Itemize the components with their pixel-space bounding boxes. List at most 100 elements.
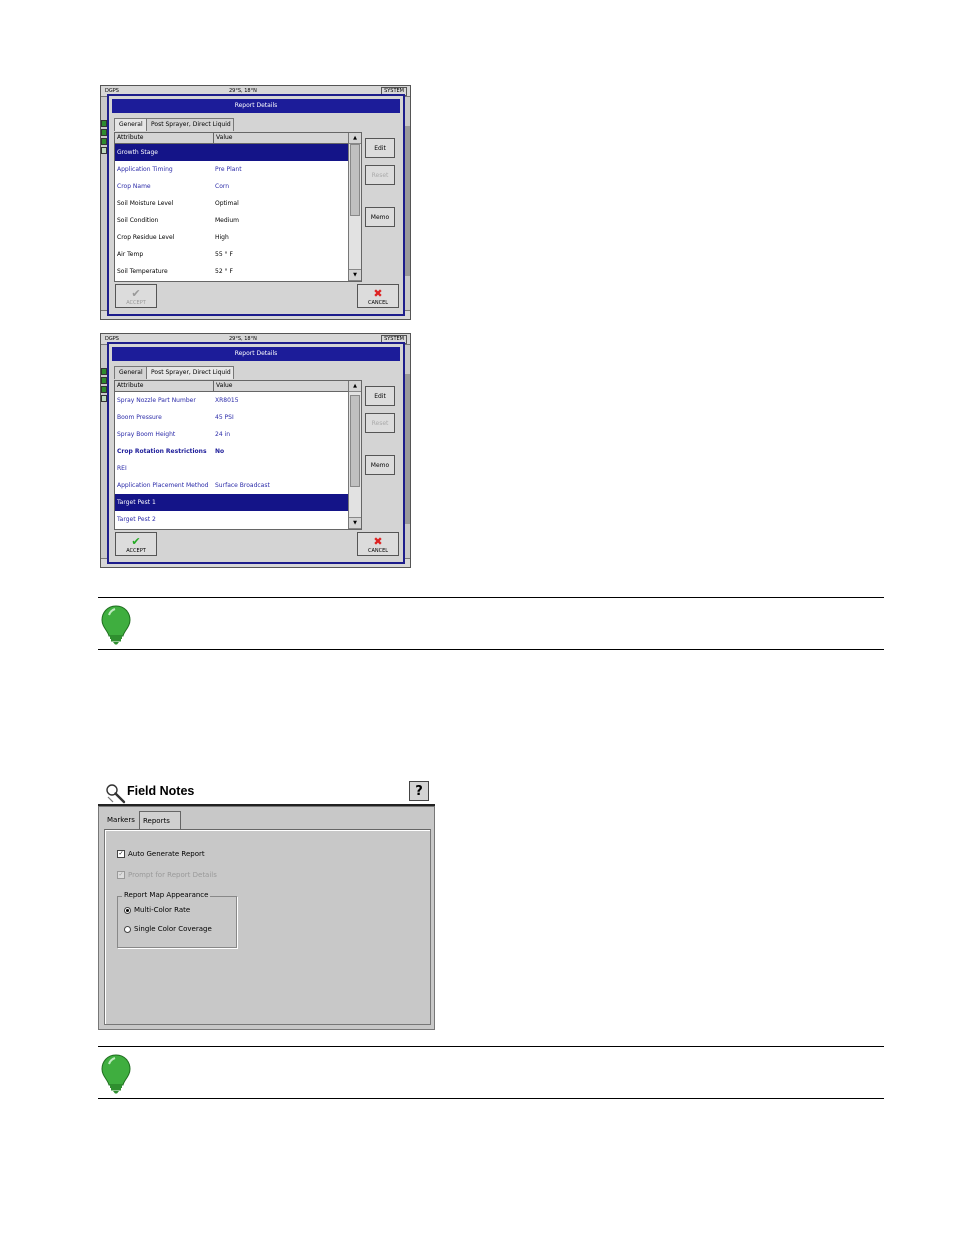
table-row[interactable]: Soil Condition Medium bbox=[115, 212, 348, 229]
field-notes-screenshot: Field Notes ? Markers Reports ✓ Auto Gene… bbox=[98, 778, 435, 1030]
table-row[interactable]: Air Temp 55 ° F bbox=[115, 246, 348, 263]
tab-post-sprayer[interactable]: Post Sprayer, Direct Liquid bbox=[146, 366, 234, 379]
column-header-attribute[interactable]: Attribute bbox=[117, 381, 144, 391]
table-row[interactable]: Application Timing Pre Plant bbox=[115, 161, 348, 178]
radio-selected-icon bbox=[124, 906, 131, 914]
attribute-cell: Soil Condition bbox=[117, 217, 159, 224]
value-cell: Surface Broadcast bbox=[215, 482, 270, 489]
checkbox-checked-icon: ✓ bbox=[117, 850, 125, 858]
attribute-cell: Crop Rotation Restrictions bbox=[117, 448, 207, 455]
attribute-cell: Spray Nozzle Part Number bbox=[117, 397, 196, 404]
radio-unselected-icon bbox=[124, 925, 131, 933]
help-button[interactable]: ? bbox=[409, 781, 429, 801]
attribute-cell: Growth Stage bbox=[117, 149, 158, 156]
attribute-cell: Boom Pressure bbox=[117, 414, 162, 421]
table-row[interactable]: Crop Rotation Restrictions No bbox=[115, 443, 348, 460]
attribute-cell: Soil Temperature bbox=[117, 268, 168, 275]
edit-button[interactable]: Edit bbox=[365, 386, 395, 406]
attribute-cell: Target Pest 1 bbox=[117, 499, 156, 506]
multi-color-rate-radio[interactable]: Multi-Color Rate bbox=[124, 906, 190, 914]
vertical-scrollbar[interactable]: ▲ ▼ bbox=[348, 133, 361, 281]
table-row[interactable]: Spray Nozzle Part Number XR8015 bbox=[115, 392, 348, 409]
scroll-thumb[interactable] bbox=[350, 144, 360, 216]
accept-label: ACCEPT bbox=[126, 548, 146, 554]
close-icon: ✖ bbox=[373, 535, 383, 548]
value-cell: High bbox=[215, 234, 229, 241]
table-row[interactable]: Application Placement Method Surface Broa… bbox=[115, 477, 348, 494]
attribute-cell: Application Placement Method bbox=[117, 482, 209, 489]
column-header-value[interactable]: Value bbox=[213, 381, 232, 391]
multi-color-label: Multi-Color Rate bbox=[134, 906, 191, 914]
reports-panel: ✓ Auto Generate Report ✓ Prompt for Report… bbox=[104, 829, 431, 1025]
scroll-thumb[interactable] bbox=[350, 395, 360, 487]
single-color-coverage-radio[interactable]: Single Color Coverage bbox=[124, 925, 212, 933]
tip-box bbox=[98, 1046, 884, 1099]
auto-generate-label: Auto Generate Report bbox=[128, 850, 205, 858]
dialog-title: Report Details bbox=[112, 347, 400, 361]
table-row[interactable]: Boom Pressure 45 PSI bbox=[115, 409, 348, 426]
tab-markers[interactable]: Markers bbox=[104, 811, 140, 829]
table-row[interactable]: Target Pest 2 bbox=[115, 511, 348, 528]
attribute-cell: Spray Boom Height bbox=[117, 431, 176, 438]
close-icon: ✖ bbox=[373, 287, 383, 300]
reset-button[interactable]: Reset bbox=[365, 165, 395, 185]
scroll-down-icon[interactable]: ▼ bbox=[349, 517, 361, 529]
vertical-scrollbar[interactable]: ▲ ▼ bbox=[348, 381, 361, 529]
table-row[interactable]: REI bbox=[115, 460, 348, 477]
table-rows: Growth Stage Application Timing Pre Plant C… bbox=[115, 144, 348, 280]
value-cell: No bbox=[215, 448, 225, 455]
attribute-table: Attribute Value Growth Stage Application … bbox=[114, 132, 362, 282]
cancel-button[interactable]: ✖ CANCEL bbox=[357, 532, 399, 556]
dialog-title: Report Details bbox=[112, 99, 400, 113]
lightbulb-icon bbox=[101, 605, 131, 645]
table-row[interactable]: Crop Residue Level High bbox=[115, 229, 348, 246]
prompt-details-checkbox[interactable]: ✓ Prompt for Report Details bbox=[117, 871, 217, 879]
tip-box bbox=[98, 597, 884, 650]
attribute-cell: Crop Residue Level bbox=[117, 234, 175, 241]
attribute-cell: Crop Name bbox=[117, 183, 151, 190]
report-details-dialog: Report Details General Post Sprayer, Dir… bbox=[107, 94, 405, 316]
attribute-cell: Soil Moisture Level bbox=[117, 200, 174, 207]
cancel-label: CANCEL bbox=[367, 548, 389, 554]
accept-button[interactable]: ✔ ACCEPT bbox=[115, 284, 157, 308]
lightbulb-icon bbox=[101, 1054, 131, 1094]
checkmark-icon: ✔ bbox=[131, 535, 141, 548]
value-cell: Optimal bbox=[215, 200, 239, 207]
attribute-cell: REI bbox=[117, 465, 127, 472]
accept-button[interactable]: ✔ ACCEPT bbox=[115, 532, 157, 556]
prompt-details-label: Prompt for Report Details bbox=[128, 871, 217, 879]
table-row[interactable]: Soil Moisture Level Optimal bbox=[115, 195, 348, 212]
scroll-up-icon[interactable]: ▲ bbox=[349, 133, 361, 144]
single-color-label: Single Color Coverage bbox=[134, 925, 212, 933]
value-cell: Corn bbox=[215, 183, 230, 190]
table-row[interactable]: Target Pest 1 bbox=[115, 494, 348, 511]
checkmark-icon: ✔ bbox=[131, 287, 141, 300]
table-row[interactable]: Growth Stage bbox=[115, 144, 348, 161]
auto-generate-checkbox[interactable]: ✓ Auto Generate Report bbox=[117, 850, 205, 858]
value-cell: XR8015 bbox=[215, 397, 239, 404]
memo-button[interactable]: Memo bbox=[365, 207, 395, 227]
table-row[interactable]: Spray Boom Height 24 in bbox=[115, 426, 348, 443]
scroll-down-icon[interactable]: ▼ bbox=[349, 269, 361, 281]
table-row[interactable]: Crop Name Corn bbox=[115, 178, 348, 195]
tab-post-sprayer[interactable]: Post Sprayer, Direct Liquid bbox=[146, 118, 234, 131]
column-header-attribute[interactable]: Attribute bbox=[117, 133, 144, 143]
edit-button[interactable]: Edit bbox=[365, 138, 395, 158]
table-header: Attribute Value bbox=[115, 133, 348, 144]
field-notes-body: Markers Reports ✓ Auto Generate Report ✓ P… bbox=[98, 806, 435, 1030]
report-details-screenshot-2: DGPS 29°S, 18°N SYSTEM Report Details Ge… bbox=[100, 333, 411, 568]
wrench-magnifier-icon bbox=[106, 784, 126, 804]
memo-button[interactable]: Memo bbox=[365, 455, 395, 475]
scroll-up-icon[interactable]: ▲ bbox=[349, 381, 361, 392]
tab-reports[interactable]: Reports bbox=[139, 811, 181, 830]
group-label: Report Map Appearance bbox=[122, 891, 211, 899]
cancel-button[interactable]: ✖ CANCEL bbox=[357, 284, 399, 308]
attribute-cell: Air Temp bbox=[117, 251, 144, 258]
value-cell: 45 PSI bbox=[215, 414, 234, 421]
reset-button[interactable]: Reset bbox=[365, 413, 395, 433]
cancel-label: CANCEL bbox=[367, 300, 389, 306]
table-row[interactable]: Soil Temperature 52 ° F bbox=[115, 263, 348, 280]
column-header-value[interactable]: Value bbox=[213, 133, 232, 143]
value-cell: 24 in bbox=[215, 431, 231, 438]
table-rows: Spray Nozzle Part Number XR8015 Boom Press… bbox=[115, 392, 348, 528]
